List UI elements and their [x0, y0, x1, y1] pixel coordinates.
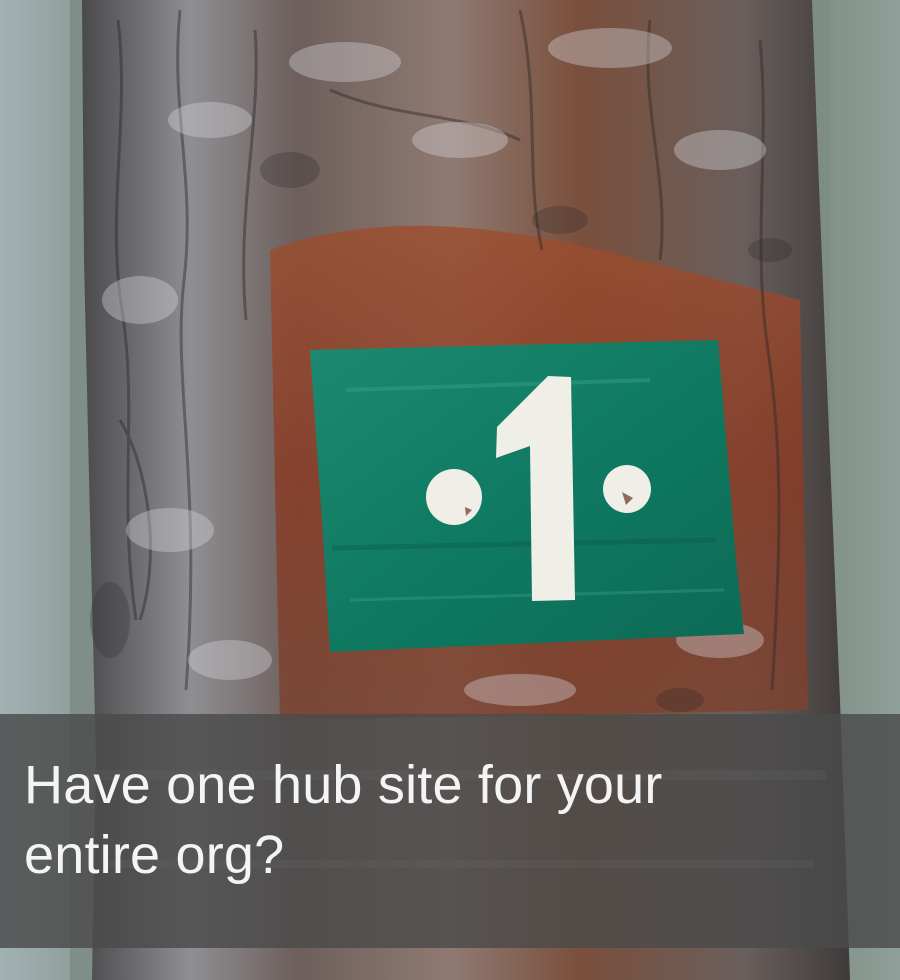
caption-line-1: Have one hub site for your	[24, 755, 663, 815]
slide-card: Have one hub site for your entire org?	[0, 0, 900, 980]
trail-marker-sign	[310, 340, 744, 652]
caption-heading: Have one hub site for your entire org?	[24, 750, 864, 890]
caption-line-2: entire org?	[24, 825, 285, 885]
